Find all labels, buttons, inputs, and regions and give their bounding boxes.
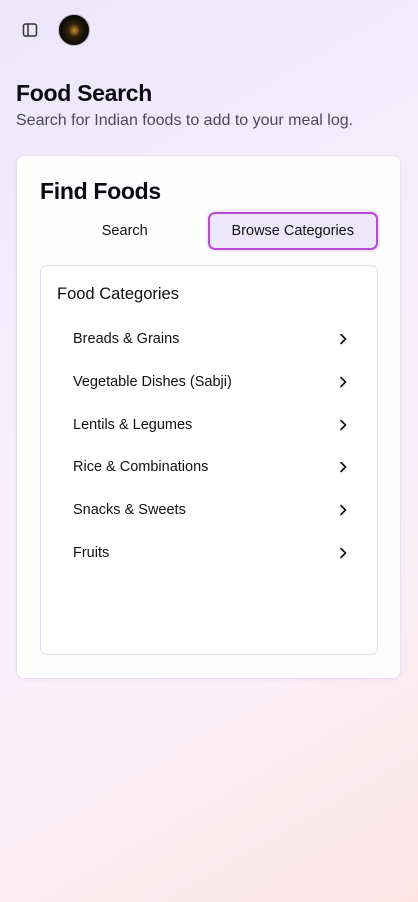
card-title: Find Foods [40, 178, 161, 204]
page-subtitle: Search for Indian foods to add to your m… [16, 112, 354, 129]
chevron-right-icon [338, 418, 348, 432]
category-item-rice-combinations[interactable]: Rice & Combinations [57, 446, 362, 489]
category-item-snacks-sweets[interactable]: Snacks & Sweets [57, 489, 362, 532]
category-label: Vegetable Dishes (Sabji) [73, 374, 232, 391]
category-label: Breads & Grains [73, 331, 180, 348]
category-label: Lentils & Legumes [73, 416, 193, 433]
sidebar-toggle-button[interactable] [16, 14, 44, 46]
panel-left-icon [22, 23, 38, 37]
category-item-lentils-legumes[interactable]: Lentils & Legumes [57, 403, 362, 446]
chevron-right-icon [338, 375, 348, 389]
avatar[interactable] [58, 14, 90, 46]
category-item-fruits[interactable]: Fruits [57, 531, 362, 574]
chevron-right-icon [338, 332, 348, 346]
tab-list: Search Browse Categories [40, 211, 378, 251]
category-item-vegetable-dishes[interactable]: Vegetable Dishes (Sabji) [57, 361, 362, 404]
chevron-right-icon [338, 460, 348, 474]
food-categories-panel: Food Categories Breads & Grains Vegetabl… [40, 265, 378, 655]
category-label: Rice & Combinations [73, 459, 209, 476]
category-list: Breads & Grains Vegetable Dishes (Sabji)… [57, 318, 362, 574]
category-item-breads-grains[interactable]: Breads & Grains [57, 318, 362, 361]
panel-title: Food Categories [57, 285, 179, 303]
tab-browse-categories[interactable]: Browse Categories [207, 212, 378, 250]
category-label: Snacks & Sweets [73, 502, 186, 519]
find-foods-card: Find Foods Search Browse Categories Food… [16, 155, 401, 679]
chevron-right-icon [338, 546, 348, 560]
page-title: Food Search [16, 80, 153, 106]
chevron-right-icon [338, 503, 348, 517]
tab-search[interactable]: Search [40, 212, 210, 250]
category-label: Fruits [73, 544, 110, 561]
top-bar [16, 14, 90, 46]
